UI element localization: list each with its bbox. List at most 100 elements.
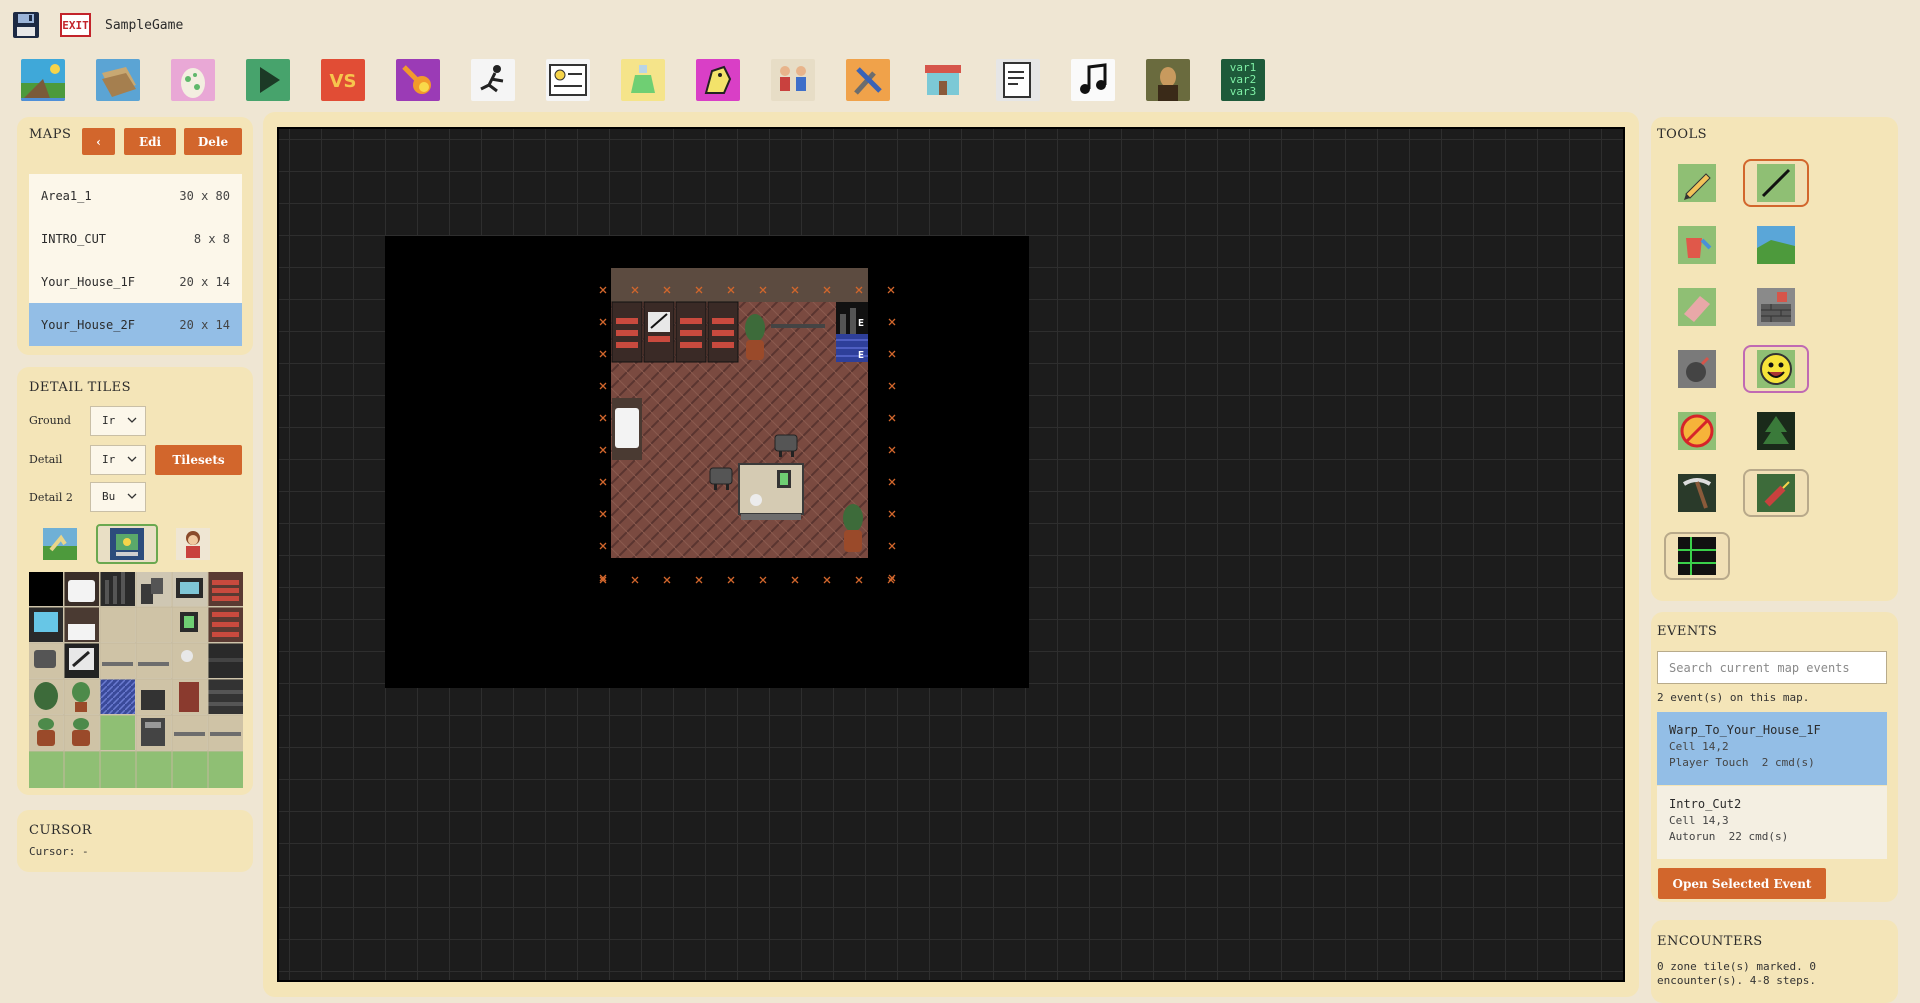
- detail-select-value: Ir: [102, 453, 116, 466]
- tilesets-button[interactable]: Tilesets: [155, 445, 242, 475]
- tileset-tab-outdoor[interactable]: [29, 524, 91, 564]
- open-selected-event-button[interactable]: Open Selected Event: [1658, 868, 1826, 899]
- no-npc-tool-button[interactable]: [1664, 407, 1730, 455]
- boundary-x-marker: [727, 286, 735, 294]
- tree-tool-button[interactable]: [1743, 407, 1809, 455]
- map-name: Area1_1: [41, 189, 92, 203]
- map-editor-icon[interactable]: [21, 59, 65, 101]
- boundary-x-marker: [888, 510, 896, 518]
- edit-map-button[interactable]: Edi: [124, 128, 176, 155]
- shop-icon[interactable]: [921, 59, 965, 101]
- ground-label: Ground: [29, 414, 71, 427]
- chevron-down-icon: [127, 417, 137, 423]
- tileset-icon[interactable]: [96, 59, 140, 101]
- line-tool-button[interactable]: [1743, 159, 1809, 207]
- portrait-icon[interactable]: [1146, 59, 1190, 101]
- boundary-x-marker: [599, 350, 607, 358]
- map-name: Your_House_1F: [41, 275, 135, 289]
- wall-tool-button[interactable]: [1743, 283, 1809, 331]
- variables-icon[interactable]: var1 var2 var3: [1221, 59, 1265, 101]
- svg-text:VS: VS: [330, 71, 357, 92]
- map-list: Area1_1 30 x 80 INTRO_CUT 8 x 8 Your_Hou…: [29, 174, 242, 346]
- smiley-icon: [1757, 350, 1795, 388]
- pickaxe-tool-button[interactable]: [1664, 469, 1730, 517]
- cursor-title: CURSOR: [29, 823, 93, 838]
- monster-icon[interactable]: [696, 59, 740, 101]
- boundary-x-marker: [888, 446, 896, 454]
- event-item-selected[interactable]: Warp_To_Your_House_1F Cell 14,2 Player T…: [1657, 712, 1887, 785]
- save-icon[interactable]: [12, 11, 40, 39]
- ground-select[interactable]: Ir: [90, 406, 146, 436]
- maps-title: MAPS: [29, 127, 72, 142]
- map-name: Your_House_2F: [41, 318, 135, 332]
- detail2-select-value: Bu: [102, 490, 116, 503]
- outdoor-tiles-icon: [43, 528, 77, 560]
- exit-button[interactable]: EXIT: [60, 13, 91, 37]
- fireball-icon[interactable]: [396, 59, 440, 101]
- map-name: INTRO_CUT: [41, 232, 107, 246]
- running-icon[interactable]: [471, 59, 515, 101]
- vs-battle-icon[interactable]: VS: [321, 59, 365, 101]
- encounters-title: ENCOUNTERS: [1657, 934, 1763, 949]
- boundary-x-marker: [759, 576, 767, 584]
- boundary-x-marker: [663, 286, 671, 294]
- tile-palette[interactable]: [29, 572, 243, 788]
- boundary-x-marker: [631, 576, 639, 584]
- tileset-tab-indoor[interactable]: [96, 524, 158, 564]
- boundary-x-marker: [791, 576, 799, 584]
- map-list-item[interactable]: Your_House_1F 20 x 14: [29, 260, 242, 303]
- map-list-item[interactable]: Area1_1 30 x 80: [29, 174, 242, 217]
- map-list-item-selected[interactable]: Your_House_2F 20 x 14: [29, 303, 242, 346]
- event-cell: Cell 14,3: [1669, 814, 1729, 827]
- npc-tool-button[interactable]: [1743, 345, 1809, 393]
- id-card-icon[interactable]: [546, 59, 590, 101]
- dynamite-icon: [1757, 474, 1795, 512]
- wrench-icon[interactable]: [846, 59, 890, 101]
- event-count: 2 event(s) on this map.: [1657, 691, 1810, 704]
- detail2-label: Detail 2: [29, 491, 73, 504]
- boundary-x-marker: [888, 542, 896, 550]
- detail-select[interactable]: Ir: [90, 445, 146, 475]
- delete-map-button[interactable]: Dele: [184, 128, 242, 155]
- event-item[interactable]: Intro_Cut2 Cell 14,3 Autorun 22 cmd(s): [1657, 786, 1887, 859]
- eraser-tool-button[interactable]: [1664, 283, 1730, 331]
- brick-wall-icon: [1757, 288, 1795, 326]
- tile-palette-grid[interactable]: [29, 572, 243, 788]
- pencil-tool-button[interactable]: [1664, 159, 1730, 207]
- dynamite-tool-button[interactable]: [1743, 469, 1809, 517]
- egg-icon[interactable]: [171, 59, 215, 101]
- map-size: 8 x 8: [193, 232, 230, 246]
- maps-back-button[interactable]: ‹: [82, 128, 115, 155]
- grid-toggle-button[interactable]: [1664, 532, 1730, 580]
- potion-icon[interactable]: [621, 59, 665, 101]
- line-icon: [1757, 164, 1795, 202]
- eraser-icon: [1678, 288, 1716, 326]
- cursor-panel: [17, 810, 253, 872]
- event-trigger: Player Touch 2 cmd(s): [1669, 756, 1815, 769]
- boundary-x-marker: [599, 510, 607, 518]
- boundary-x-marker: [823, 286, 831, 294]
- boundary-x-marker: [599, 286, 607, 294]
- character-tiles-icon: [176, 528, 210, 560]
- play-icon[interactable]: [246, 59, 290, 101]
- detail2-select[interactable]: Bu: [90, 482, 146, 512]
- pencil-icon: [1678, 164, 1716, 202]
- script-icon[interactable]: [996, 59, 1040, 101]
- event-search-input[interactable]: [1657, 651, 1887, 684]
- bomb-tool-button[interactable]: [1664, 345, 1730, 393]
- boundary-x-marker: [599, 318, 607, 326]
- chevron-down-icon: [127, 493, 137, 499]
- music-icon[interactable]: [1071, 59, 1115, 101]
- terrain-tool-button[interactable]: [1743, 221, 1809, 269]
- cursor-readout: Cursor: -: [29, 845, 89, 858]
- boundary-x-marker: [599, 414, 607, 422]
- characters-icon[interactable]: [771, 59, 815, 101]
- boundary-x-marker: [599, 542, 607, 550]
- events-title: EVENTS: [1657, 624, 1718, 639]
- boundary-x-marker: [888, 382, 896, 390]
- map-list-item[interactable]: INTRO_CUT 8 x 8: [29, 217, 242, 260]
- tileset-tab-characters[interactable]: [162, 524, 224, 564]
- exit-label: EXIT: [62, 18, 89, 32]
- boundary-x-marker: [887, 286, 895, 294]
- fill-tool-button[interactable]: [1664, 221, 1730, 269]
